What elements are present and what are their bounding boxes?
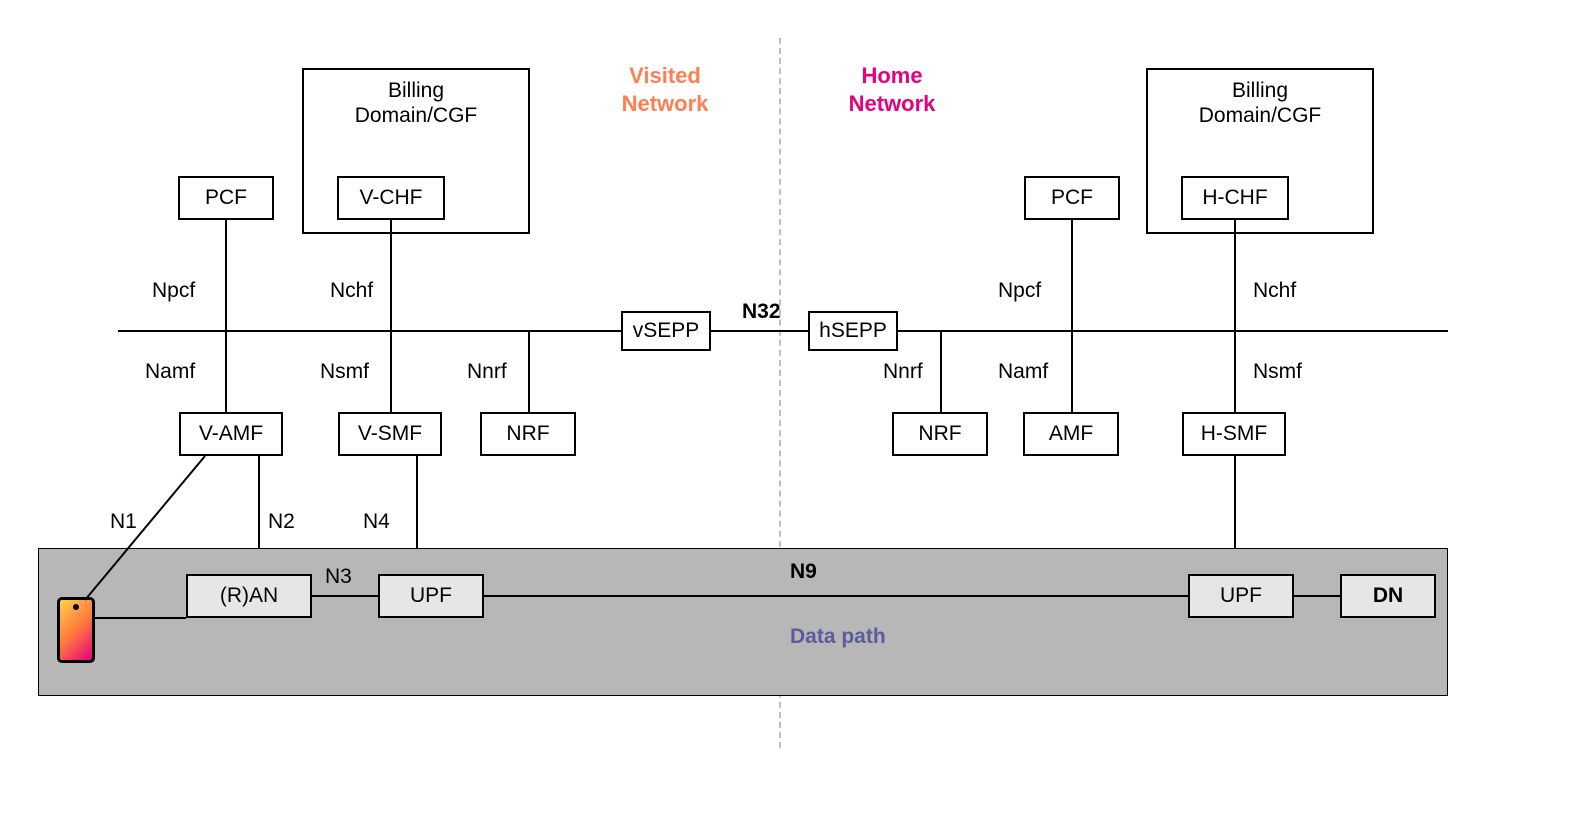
n9-label: N9 (790, 560, 817, 584)
nrf-v-conn (528, 330, 530, 412)
nrf-home-node: NRF (892, 412, 988, 456)
v-smf-node: V-SMF (338, 412, 442, 456)
nrf-visited-node: NRF (480, 412, 576, 456)
npcf-v-label: Npcf (152, 279, 195, 303)
n3-label: N3 (325, 565, 352, 589)
hsmf-conn (1234, 330, 1236, 412)
home-network-header: Home Network (812, 62, 972, 117)
upf-home-node: UPF (1188, 574, 1294, 618)
npcf-h-label: Npcf (998, 279, 1041, 303)
vchf-conn (390, 220, 392, 330)
nchf-v-label: Nchf (330, 279, 373, 303)
vamf-conn (225, 330, 227, 412)
v-chf-node: V-CHF (337, 176, 445, 220)
namf-h-label: Namf (998, 360, 1048, 384)
pcf-visited-node: PCF (178, 176, 274, 220)
hchf-conn (1234, 220, 1236, 330)
pcf-v-conn (225, 220, 227, 330)
service-bus-line (118, 330, 1448, 332)
nchf-h-label: Nchf (1253, 279, 1296, 303)
n4-label: N4 (363, 510, 390, 534)
n2-label: N2 (268, 510, 295, 534)
namf-v-label: Namf (145, 360, 195, 384)
nnrf-h-label: Nnrf (883, 360, 923, 384)
upf-dn-link (1294, 595, 1340, 597)
hsepp-node: hSEPP (808, 311, 898, 351)
dn-node: DN (1340, 574, 1436, 618)
pcf-h-conn (1071, 220, 1073, 330)
n3-link (312, 595, 378, 597)
data-path-area (38, 548, 1448, 696)
pcf-home-node: PCF (1024, 176, 1120, 220)
ran-ue-link (95, 617, 186, 619)
v-amf-node: V-AMF (179, 412, 283, 456)
upf-visited-node: UPF (378, 574, 484, 618)
n9-link (484, 595, 1188, 597)
n1-label: N1 (110, 510, 137, 534)
vsepp-node: vSEPP (621, 311, 711, 351)
data-path-label: Data path (790, 625, 886, 649)
nsmf-h-label: Nsmf (1253, 360, 1302, 384)
nnrf-v-label: Nnrf (467, 360, 507, 384)
vsmf-conn (390, 330, 392, 412)
h-chf-node: H-CHF (1181, 176, 1289, 220)
ran-node: (R)AN (186, 574, 312, 618)
ue-device-icon (57, 597, 95, 663)
n32-label: N32 (742, 300, 781, 324)
nrf-h-conn (940, 330, 942, 412)
h-smf-node: H-SMF (1182, 412, 1286, 456)
amf-home-node: AMF (1023, 412, 1119, 456)
nsmf-v-label: Nsmf (320, 360, 369, 384)
amf-h-conn (1071, 330, 1073, 412)
visited-network-header: Visited Network (585, 62, 745, 117)
